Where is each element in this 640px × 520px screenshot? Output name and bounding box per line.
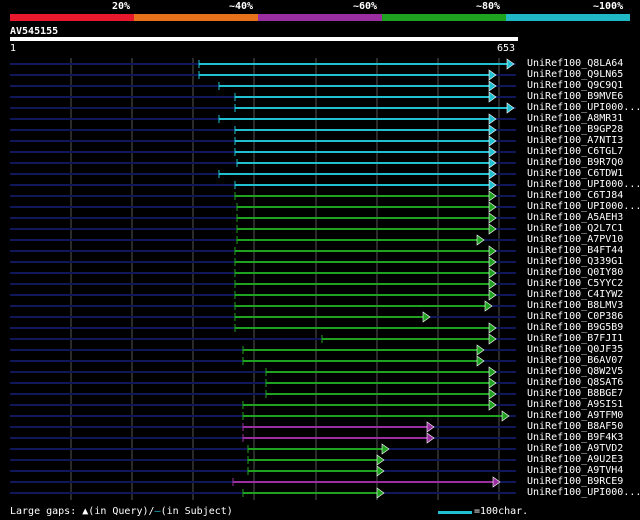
hit-label[interactable]: UniRef100_Q2L7C1: [527, 223, 623, 234]
hit-arrow: [488, 245, 497, 257]
hit-arrow: [488, 157, 497, 169]
hit-arrow: [488, 168, 497, 180]
hit-label[interactable]: UniRef100_A9TVD2: [527, 443, 623, 454]
hit-arrow: [488, 366, 497, 378]
hit-label[interactable]: UniRef100_B9RCE9: [527, 476, 623, 487]
hit-arrow: [488, 377, 497, 389]
hit-label[interactable]: UniRef100_Q0IY80: [527, 267, 623, 278]
hit-arrow: [381, 443, 390, 455]
footer-legend: Large gaps: ▲(in Query)/—(in Subject): [10, 506, 233, 517]
hit-label[interactable]: UniRef100_B7FJI1: [527, 333, 623, 344]
gaps-query-text: (in Query)/: [88, 506, 155, 517]
hit-label[interactable]: UniRef100_Q8W2V5: [527, 366, 623, 377]
gaps-prefix: Large gaps:: [10, 506, 77, 517]
hit-label[interactable]: UniRef100_UPI000...: [527, 102, 640, 113]
hit-label[interactable]: UniRef100_C0P386: [527, 311, 623, 322]
hit-arrow: [488, 399, 497, 411]
hit-label[interactable]: UniRef100_C4IYW2: [527, 289, 623, 300]
hit-label[interactable]: UniRef100_B9MVE6: [527, 91, 623, 102]
hit-arrow: [488, 146, 497, 158]
hit-arrow: [488, 80, 497, 92]
hit-arrow: [488, 256, 497, 268]
hit-label[interactable]: UniRef100_UPI000...: [527, 487, 640, 498]
hit-label[interactable]: UniRef100_A9U2E3: [527, 454, 623, 465]
hit-arrow: [506, 102, 515, 114]
hit-arrow: [488, 333, 497, 345]
hit-label[interactable]: UniRef100_C6TDW1: [527, 168, 623, 179]
hit-arrow: [488, 388, 497, 400]
scale-bar: [438, 511, 472, 514]
hit-arrow: [488, 201, 497, 213]
hit-label[interactable]: UniRef100_UPI000...: [527, 179, 640, 190]
hit-arrow: [488, 267, 497, 279]
hit-label[interactable]: UniRef100_C6TGL7: [527, 146, 623, 157]
hit-arrow: [426, 421, 435, 433]
hit-label[interactable]: UniRef100_C5YYC2: [527, 278, 623, 289]
hit-label[interactable]: UniRef100_Q8SAT6: [527, 377, 623, 388]
hit-label[interactable]: UniRef100_A9TVH4: [527, 465, 623, 476]
hit-label[interactable]: UniRef100_Q8LA64: [527, 58, 623, 69]
hit-label[interactable]: UniRef100_B8AF50: [527, 421, 623, 432]
hit-label[interactable]: UniRef100_B8LMV3: [527, 300, 623, 311]
hit-arrow: [488, 69, 497, 81]
hit-label[interactable]: UniRef100_A8MR31: [527, 113, 623, 124]
hit-label[interactable]: UniRef100_C6TJ84: [527, 190, 623, 201]
scale-label: =100char.: [474, 506, 529, 517]
hit-label[interactable]: UniRef100_Q339G1: [527, 256, 623, 267]
hit-arrow: [376, 465, 385, 477]
hit-arrow: [488, 289, 497, 301]
hit-label[interactable]: UniRef100_UPI000...: [527, 201, 640, 212]
hit-label[interactable]: UniRef100_A5AEH3: [527, 212, 623, 223]
hit-arrow: [484, 300, 493, 312]
hit-label[interactable]: UniRef100_B9GP28: [527, 124, 623, 135]
hit-arrow: [476, 234, 485, 246]
hit-arrow: [506, 58, 515, 70]
hit-arrow: [488, 135, 497, 147]
hit-arrow: [376, 454, 385, 466]
hit-arrow: [488, 322, 497, 334]
hit-label[interactable]: UniRef100_B9G5B9: [527, 322, 623, 333]
hit-arrow: [488, 190, 497, 202]
hit-arrow: [488, 223, 497, 235]
hit-label[interactable]: UniRef100_B9R7Q0: [527, 157, 623, 168]
gaps-subject-text: (in Subject): [160, 506, 233, 517]
hit-label[interactable]: UniRef100_B6AV07: [527, 355, 623, 366]
hit-arrow: [488, 212, 497, 224]
hit-arrow: [488, 124, 497, 136]
hit-label[interactable]: UniRef100_A7PV10: [527, 234, 623, 245]
hit-arrow: [376, 487, 385, 499]
hit-label[interactable]: UniRef100_B8BGE7: [527, 388, 623, 399]
hit-label[interactable]: UniRef100_Q9LN65: [527, 69, 623, 80]
hit-label[interactable]: UniRef100_A7NTI3: [527, 135, 623, 146]
hit-arrow: [488, 113, 497, 125]
hit-label[interactable]: UniRef100_B4FT44: [527, 245, 623, 256]
hit-arrow: [422, 311, 431, 323]
hit-label[interactable]: UniRef100_A9SIS1: [527, 399, 623, 410]
hit-arrow: [501, 410, 510, 422]
hit-arrow: [476, 355, 485, 367]
hit-label[interactable]: UniRef100_A9TFM0: [527, 410, 623, 421]
hit-arrow: [426, 432, 435, 444]
hit-label[interactable]: UniRef100_B9F4K3: [527, 432, 623, 443]
hit-label[interactable]: UniRef100_Q0JF35: [527, 344, 623, 355]
hit-label[interactable]: UniRef100_Q9C9Q1: [527, 80, 623, 91]
hit-arrow: [488, 278, 497, 290]
hit-arrow: [488, 179, 497, 191]
hit-arrow: [488, 91, 497, 103]
hit-arrow: [476, 344, 485, 356]
